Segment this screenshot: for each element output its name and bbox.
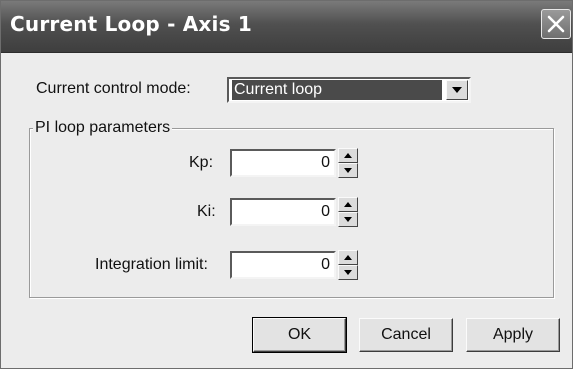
- control-mode-selected-value: Current loop: [232, 80, 442, 100]
- ok-button[interactable]: OK: [252, 317, 347, 353]
- arrow-up-icon: [344, 153, 352, 158]
- control-mode-select[interactable]: Current loop: [227, 77, 471, 103]
- kp-spin-down-button[interactable]: [338, 163, 358, 178]
- cancel-button[interactable]: Cancel: [359, 318, 453, 352]
- kp-input[interactable]: 0: [230, 149, 336, 177]
- title-bar[interactable]: Current Loop - Axis 1: [1, 1, 572, 53]
- apply-button[interactable]: Apply: [466, 318, 560, 352]
- ki-spin-down-button[interactable]: [338, 212, 358, 227]
- close-icon: [547, 15, 565, 33]
- integration-limit-spinner[interactable]: [338, 250, 358, 280]
- arrow-down-icon: [344, 217, 352, 222]
- kp-spinner[interactable]: [338, 148, 358, 178]
- integration-limit-input[interactable]: 0: [230, 251, 336, 279]
- integration-limit-spin-down-button[interactable]: [338, 265, 358, 280]
- chevron-down-icon: [452, 87, 462, 93]
- ki-label: Ki:: [197, 203, 216, 220]
- arrow-down-icon: [344, 168, 352, 173]
- ki-spin-up-button[interactable]: [338, 197, 358, 212]
- dialog-window: Current Loop - Axis 1 Current control mo…: [0, 0, 573, 369]
- control-mode-label: Current control mode:: [36, 80, 191, 97]
- dialog-body: Current control mode: Current loop PI lo…: [1, 53, 572, 368]
- arrow-up-icon: [344, 255, 352, 260]
- control-mode-dropdown-button[interactable]: [446, 80, 468, 100]
- window-title: Current Loop - Axis 1: [10, 12, 252, 36]
- pi-parameters-legend: PI loop parameters: [33, 119, 173, 137]
- ki-input[interactable]: 0: [230, 198, 336, 226]
- kp-label: Kp:: [189, 154, 214, 171]
- close-button[interactable]: [541, 9, 571, 39]
- integration-limit-spin-up-button[interactable]: [338, 250, 358, 265]
- arrow-up-icon: [344, 202, 352, 207]
- arrow-down-icon: [344, 270, 352, 275]
- integration-limit-label: Integration limit:: [95, 256, 208, 273]
- kp-spin-up-button[interactable]: [338, 148, 358, 163]
- ki-spinner[interactable]: [338, 197, 358, 227]
